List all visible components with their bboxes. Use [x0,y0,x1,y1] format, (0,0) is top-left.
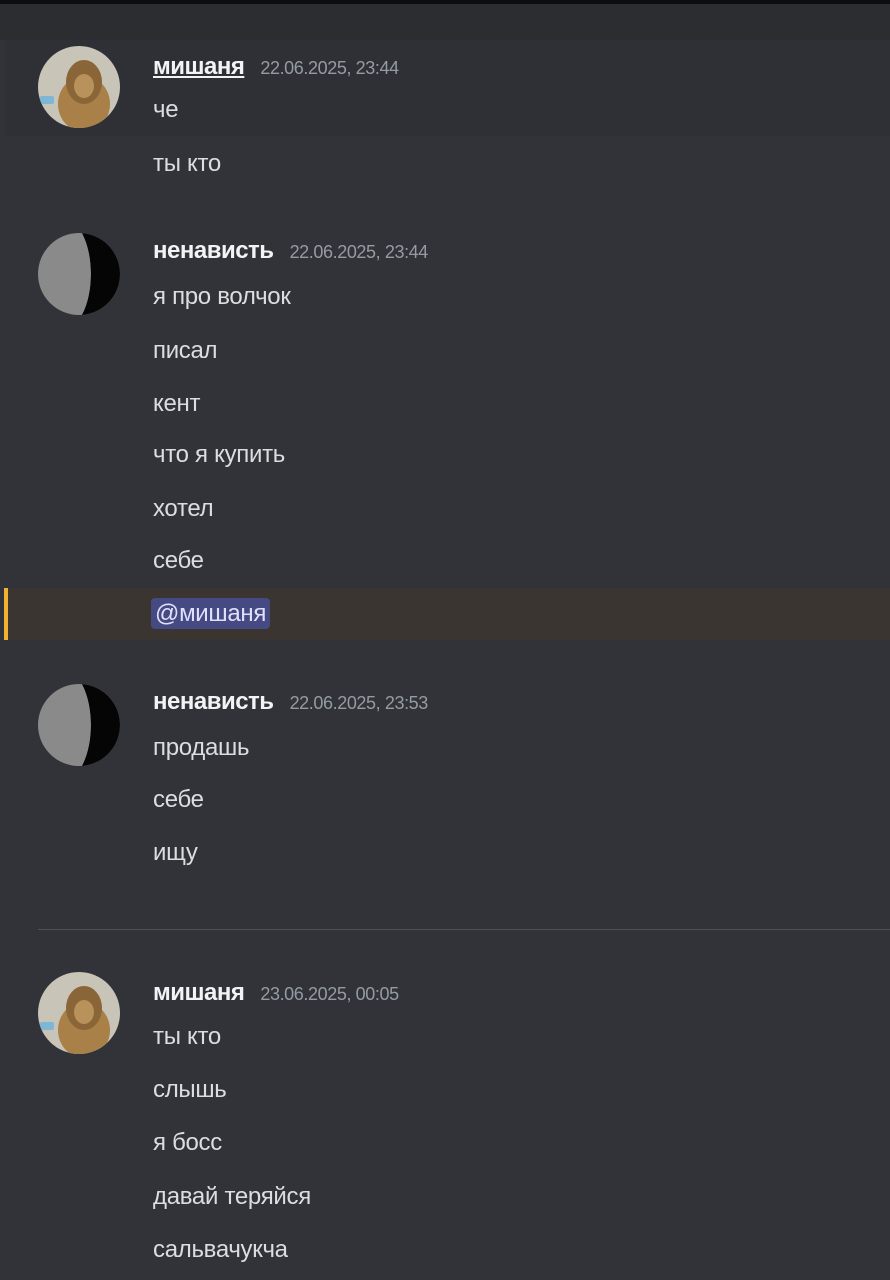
username[interactable]: ненависть [153,688,274,716]
message-header: ненависть 22.06.2025, 23:53 [153,688,428,718]
message-header: мишаня 22.06.2025, 23:44 [153,53,399,83]
message-header: мишаня 23.06.2025, 00:05 [153,979,399,1009]
mention-highlight [4,588,890,640]
username[interactable]: ненависть [153,237,274,265]
message-text: себе [153,786,204,813]
chat-window: мишаня 22.06.2025, 23:44 че ты кто ненав… [0,0,890,1280]
avatar[interactable] [38,46,120,128]
timestamp: 22.06.2025, 23:44 [289,242,429,262]
timestamp: 23.06.2025, 00:05 [260,984,399,1004]
message-text: ты кто [153,150,221,177]
avatar[interactable] [38,684,120,766]
message-text: писал [153,337,218,364]
message-text: @мишаня [151,598,271,629]
message-text: ты кто [153,1023,221,1050]
moon-avatar-icon [38,684,120,766]
message-header: ненависть 22.06.2025, 23:44 [153,237,428,267]
message-text: давай теряйся [153,1183,311,1210]
message-text: сальвачукча [153,1236,288,1263]
avatar[interactable] [38,972,120,1054]
lion-avatar-icon [38,46,120,128]
timestamp: 22.06.2025, 23:44 [260,58,399,78]
user-mention[interactable]: @мишаня [151,598,271,629]
message-text: кент [153,390,201,417]
message-text: слышь [153,1076,227,1103]
message-text: я босс [153,1129,222,1156]
channel-header-bar [0,0,890,40]
hovered-message-highlight [6,40,890,136]
message-text: че [153,96,179,123]
message-text: продашь [153,734,250,761]
message-text: себе [153,547,204,574]
message-text: хотел [153,495,214,522]
moon-avatar-icon [38,233,120,315]
avatar[interactable] [38,233,120,315]
timestamp: 22.06.2025, 23:53 [289,693,429,713]
username[interactable]: мишаня [153,53,245,81]
message-text: я про волчок [153,283,291,310]
message-text: что я купить [153,441,285,468]
date-divider [38,929,890,930]
message-text: ищу [153,839,198,866]
username[interactable]: мишаня [153,979,245,1007]
lion-avatar-icon [38,972,120,1054]
